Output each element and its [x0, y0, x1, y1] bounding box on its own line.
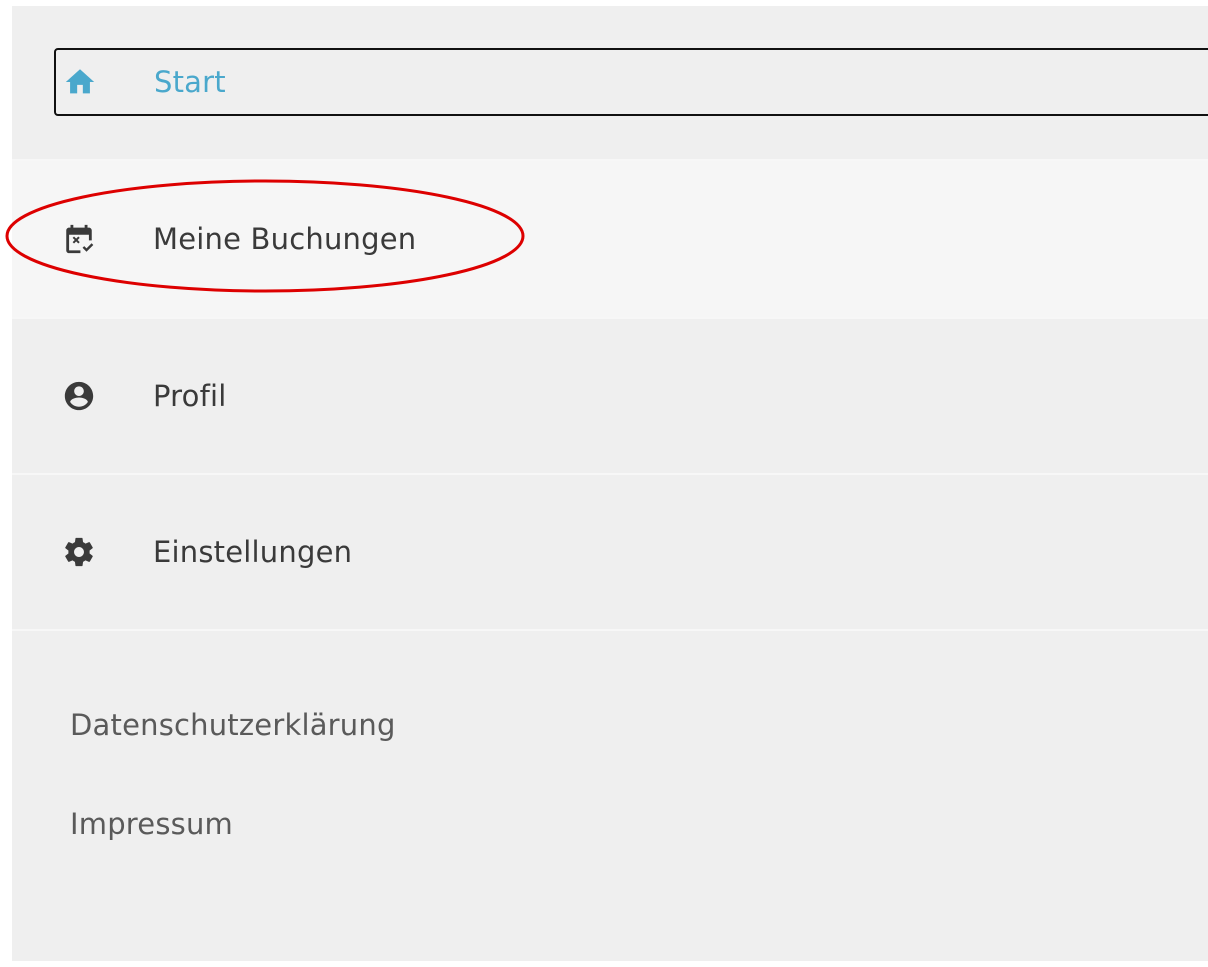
nav-item-profile[interactable]: Profil: [12, 319, 1208, 473]
gear-icon: [62, 535, 96, 569]
account-circle-icon: [62, 379, 96, 413]
nav-item-label: Einstellungen: [153, 535, 353, 569]
navigation-drawer: Start Meine Buchungen Profil Einstellung…: [12, 6, 1208, 961]
divider: [12, 629, 1208, 631]
nav-item-start[interactable]: Start: [54, 48, 1208, 116]
nav-item-label: Profil: [153, 379, 227, 413]
nav-item-label: Start: [154, 65, 226, 99]
nav-item-settings[interactable]: Einstellungen: [12, 475, 1208, 629]
nav-item-label: Meine Buchungen: [153, 222, 417, 256]
privacy-policy-link[interactable]: Datenschutzerklärung: [70, 708, 396, 742]
nav-item-my-bookings[interactable]: Meine Buchungen: [12, 161, 1208, 317]
calendar-check-icon: [62, 222, 96, 256]
home-icon: [63, 65, 97, 99]
imprint-link[interactable]: Impressum: [70, 807, 233, 841]
